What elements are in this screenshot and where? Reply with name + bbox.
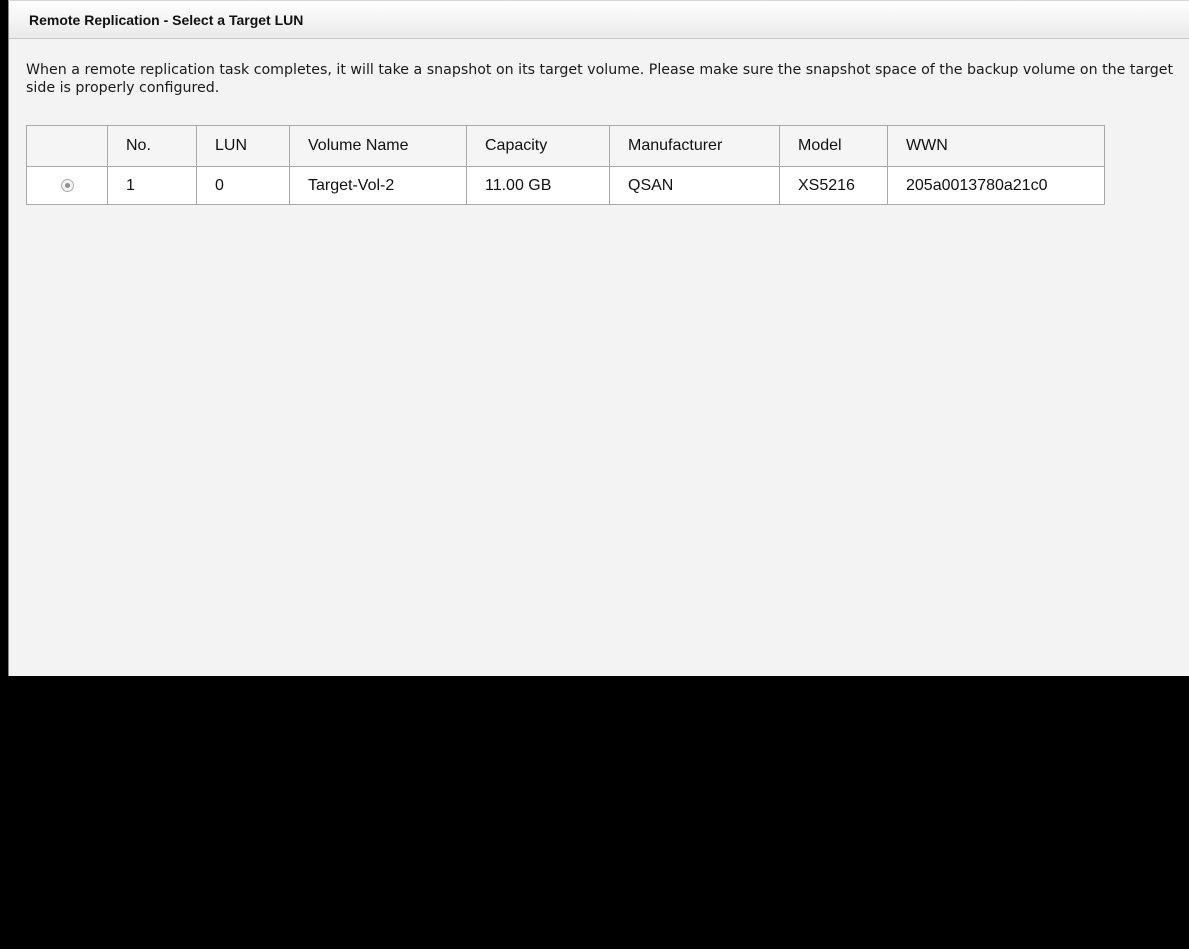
column-header-capacity: Capacity <box>466 125 610 167</box>
column-header-volume-name: Volume Name <box>289 125 467 167</box>
table-header-row: No. LUN Volume Name Capacity Manufacture… <box>26 125 1105 167</box>
column-header-select <box>26 125 108 167</box>
dialog-title: Remote Replication - Select a Target LUN <box>9 1 1189 39</box>
target-lun-table: No. LUN Volume Name Capacity Manufacture… <box>26 125 1105 205</box>
cell-manufacturer: QSAN <box>609 166 780 205</box>
snapshot-note: When a remote replication task completes… <box>26 62 1174 96</box>
column-header-wwn: WWN <box>887 125 1105 167</box>
row-select-cell[interactable] <box>26 166 108 205</box>
column-header-model: Model <box>779 125 888 167</box>
cell-lun: 0 <box>196 166 290 205</box>
cell-model: XS5216 <box>779 166 888 205</box>
column-header-manufacturer: Manufacturer <box>609 125 780 167</box>
cell-volume-name: Target-Vol-2 <box>289 166 467 205</box>
blank-screen-area <box>0 676 1189 949</box>
cell-no: 1 <box>107 166 197 205</box>
column-header-lun: LUN <box>196 125 290 167</box>
table-row[interactable]: 1 0 Target-Vol-2 11.00 GB QSAN XS5216 20… <box>26 166 1105 205</box>
row-radio-button[interactable] <box>60 178 74 192</box>
cell-wwn: 205a0013780a21c0 <box>887 166 1105 205</box>
select-target-lun-dialog: Remote Replication - Select a Target LUN… <box>8 0 1189 676</box>
cell-capacity: 11.00 GB <box>466 166 610 205</box>
column-header-no: No. <box>107 125 197 167</box>
